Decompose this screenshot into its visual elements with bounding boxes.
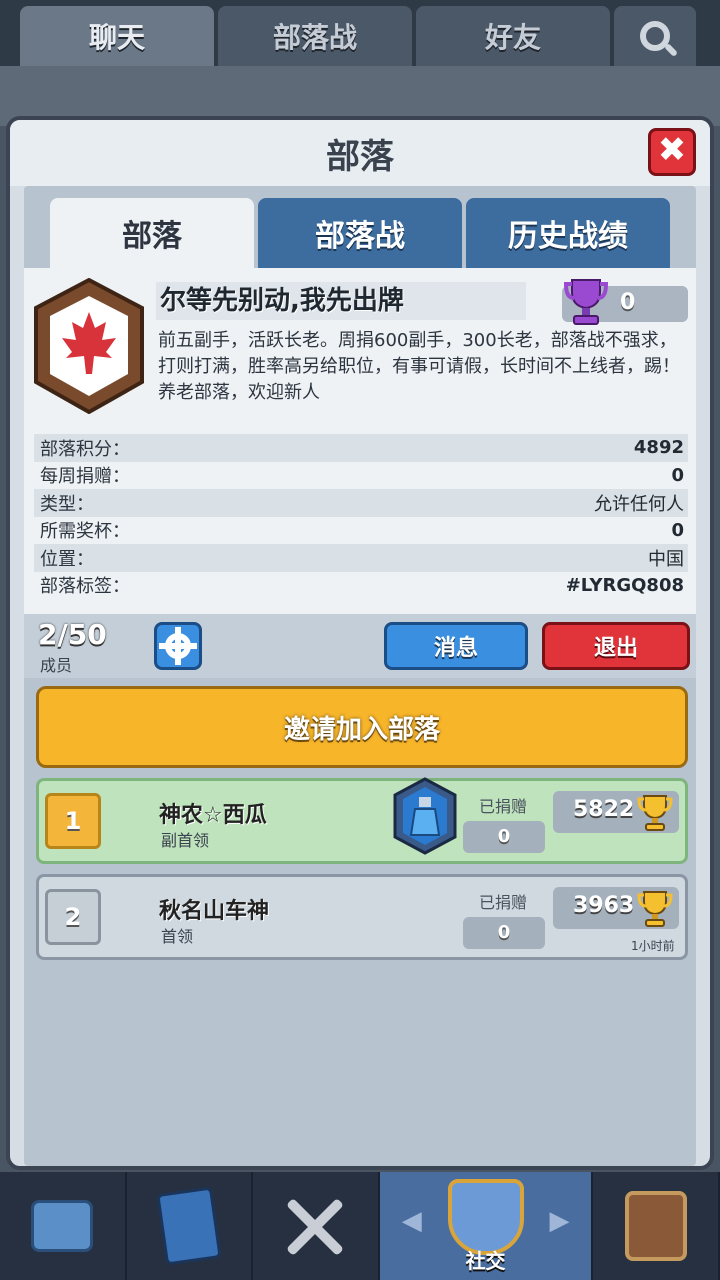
stat-label: 类型： (40, 493, 94, 515)
trophy-icon (637, 795, 673, 831)
members-bar: 2/50 成员 消息 退出 (24, 614, 696, 678)
donated-count: 0 (463, 821, 545, 853)
war-trophy-count: 0 (620, 290, 636, 315)
social-icon (447, 1179, 524, 1255)
clan-badge-icon (34, 278, 144, 414)
trophy-score-box: 5822 (553, 791, 679, 833)
tab-clan[interactable]: 部落 (50, 198, 254, 268)
gear-icon (165, 627, 191, 665)
chest-icon (31, 1200, 94, 1252)
stat-row-required-trophies: 所需奖杯： 0 (34, 517, 688, 545)
message-button[interactable]: 消息 (384, 622, 528, 670)
stat-value: #LYRGQ808 (565, 574, 684, 596)
settings-button[interactable] (154, 622, 202, 670)
stat-value: 中国 (648, 548, 684, 570)
stat-value: 4892 (633, 437, 684, 459)
last-seen: 1小时前 (631, 939, 675, 953)
nav-battle[interactable] (253, 1172, 380, 1280)
stat-row-weekly-donations: 每周捐赠： 0 (34, 462, 688, 490)
member-role: 副首领 (161, 831, 210, 850)
donated-label: 已捐赠 (479, 893, 528, 912)
stat-label: 部落标签： (40, 576, 130, 598)
nav-social[interactable]: ◀ ▶ 社交 (379, 1172, 594, 1280)
clan-description: 前五副手，活跃长老。周捐600副手，300长老，部落战不强求，打则打满，胜率高另… (158, 330, 680, 403)
stat-row-location: 位置： 中国 (34, 544, 688, 572)
member-row[interactable]: 2 秋名山车神 首领 已捐赠 0 3963 1小时前 (36, 874, 688, 960)
bottom-nav: ◀ ▶ 社交 (0, 1172, 720, 1280)
stat-label: 部落积分： (40, 438, 130, 460)
stat-value: 0 (671, 464, 684, 486)
top-tab-friends[interactable]: 好友 (416, 6, 610, 66)
requested-card-icon (393, 777, 457, 855)
modal-header: 部落 ✖ (10, 120, 710, 186)
member-row[interactable]: 1 神农☆西瓜 副首领 已捐赠 0 5822 (36, 777, 688, 864)
arrow-left-icon[interactable]: ◀ (402, 1206, 422, 1236)
trophy-score-box: 3963 (553, 887, 679, 929)
stat-row-clan-tag: 部落标签： #LYRGQ808 (34, 572, 688, 600)
nav-shop[interactable] (0, 1172, 127, 1280)
member-name: 神农☆西瓜 (159, 803, 267, 828)
search-icon (640, 21, 670, 51)
trophy-score: 5822 (573, 797, 635, 822)
close-button[interactable]: ✖ (648, 128, 696, 176)
exit-button[interactable]: 退出 (542, 622, 690, 670)
top-tab-clan-war[interactable]: 部落战 (218, 6, 412, 66)
nav-social-label: 社交 (465, 1249, 506, 1273)
cards-icon (156, 1186, 222, 1266)
clan-name: 尔等先别动,我先出牌 (156, 282, 526, 320)
invite-button[interactable]: 邀请加入部落 (36, 686, 688, 768)
stat-label: 位置： (40, 548, 94, 570)
clan-info-panel: 尔等先别动,我先出牌 0 前五副手，活跃长老。周捐600副手，300长老，部落战… (24, 268, 696, 614)
stat-label: 所需奖杯： (40, 521, 130, 543)
member-name: 秋名山车神 (159, 899, 270, 924)
arrow-right-icon[interactable]: ▶ (549, 1206, 569, 1236)
donated-label: 已捐赠 (479, 797, 528, 816)
donated-count: 0 (463, 917, 545, 949)
nav-tournament[interactable] (593, 1172, 720, 1280)
rank-badge: 2 (45, 889, 101, 945)
clan-modal: 部落 ✖ 部落 部落战 历史战绩 尔等先别动,我先出牌 0 前五副手，活跃长老。… (6, 116, 714, 1170)
nav-cards[interactable] (127, 1172, 254, 1280)
book-icon (624, 1191, 687, 1261)
stat-value: 0 (671, 519, 684, 541)
modal-title: 部落 (326, 136, 394, 177)
tab-clan-war[interactable]: 部落战 (258, 198, 462, 268)
stat-row-score: 部落积分： 4892 (34, 434, 688, 462)
trophy-score: 3963 (573, 893, 635, 918)
clan-tabs: 部落 部落战 历史战绩 (50, 198, 670, 268)
stat-value: 允许任何人 (594, 493, 684, 515)
trophy-icon (637, 891, 673, 927)
swords-icon (280, 1191, 350, 1261)
stat-label: 每周捐赠： (40, 466, 130, 488)
modal-body: 部落 部落战 历史战绩 尔等先别动,我先出牌 0 前五副手，活跃长老。周捐600… (24, 186, 696, 1166)
rank-badge: 1 (45, 793, 101, 849)
top-tab-search[interactable] (614, 6, 696, 66)
top-tab-chat[interactable]: 聊天 (20, 6, 214, 66)
stat-row-type: 类型： 允许任何人 (34, 489, 688, 517)
tab-history[interactable]: 历史战绩 (466, 198, 670, 268)
members-count: 2/50 (38, 618, 107, 651)
member-role: 首领 (161, 927, 194, 946)
war-trophy-icon (564, 279, 608, 325)
top-tab-bar: 聊天 部落战 好友 (0, 0, 720, 66)
clan-stats: 部落积分： 4892 每周捐赠： 0 类型： 允许任何人 所需奖杯： 0 位置： (34, 434, 688, 599)
members-label: 成员 (40, 656, 73, 675)
